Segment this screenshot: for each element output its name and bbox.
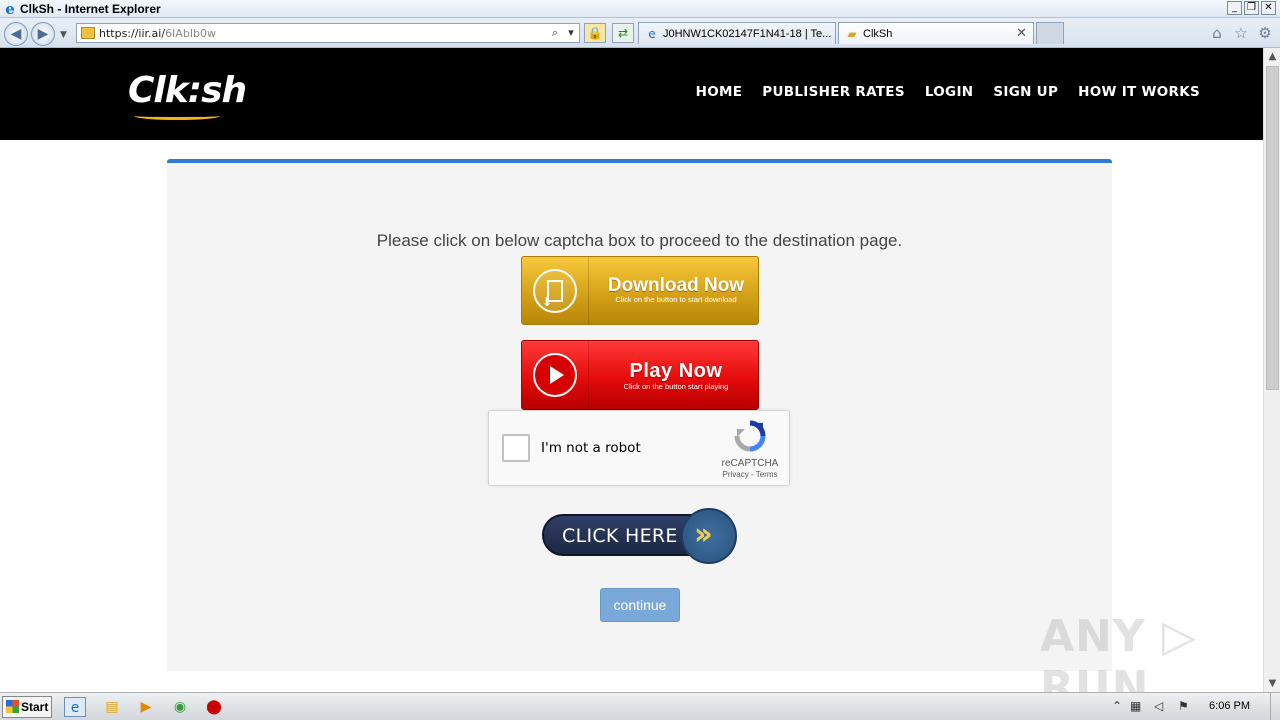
- address-url[interactable]: https://iir.ai/6IAbIb0w: [99, 27, 547, 40]
- minimize-button[interactable]: _: [1227, 1, 1242, 15]
- refresh-icon[interactable]: ⇄: [612, 23, 634, 43]
- recaptcha-links[interactable]: Privacy - Terms: [715, 470, 785, 479]
- search-icon[interactable]: ⌕: [547, 24, 563, 42]
- nav-home[interactable]: HOME: [696, 84, 743, 100]
- download-title: Download Now: [607, 275, 745, 296]
- play-icon: [533, 353, 577, 397]
- play-subtitle: Click on the button start playing: [623, 382, 729, 391]
- download-icon: ⬇: [533, 269, 577, 313]
- browser-toolbar: ◀ ▶ ▼ https://iir.ai/6IAbIb0w ⌕ ▾ 🔒 ⇄ e …: [0, 18, 1280, 48]
- continue-button[interactable]: continue: [600, 588, 680, 622]
- instruction-text: Please click on below captcha box to pro…: [376, 231, 903, 250]
- scroll-thumb[interactable]: [1266, 66, 1279, 390]
- system-tray: ⌃ ▦ ◁ ⚑ 6:06 PM: [1104, 693, 1280, 720]
- opera-icon[interactable]: ⬤: [203, 697, 225, 717]
- chevron-glyph: ››: [694, 517, 713, 552]
- page-viewport: Clk:sh HOME PUBLISHER RATES LOGIN SIGN U…: [0, 48, 1263, 692]
- start-button[interactable]: Start: [2, 696, 52, 718]
- tab-label: ClkSh: [863, 27, 893, 40]
- logo-text: Clk:sh: [128, 70, 247, 111]
- tab-johnwick[interactable]: e J0HNW1CK02147F1N41-18 | Te...: [638, 22, 836, 44]
- home-icon[interactable]: ⌂: [1208, 24, 1226, 42]
- chrome-icon[interactable]: ◉: [169, 697, 191, 717]
- window-controls: _ ❐ ✕: [1227, 1, 1276, 15]
- lock-icon[interactable]: 🔒: [584, 23, 606, 43]
- ie-logo-icon: e: [5, 0, 15, 18]
- taskbar: Start e ▤ ▶ ◉ ⬤ ⌃ ▦ ◁ ⚑ 6:06 PM: [0, 692, 1280, 720]
- start-label: Start: [21, 700, 49, 714]
- nav-publisher-rates[interactable]: PUBLISHER RATES: [762, 84, 905, 100]
- back-arrow-icon[interactable]: ◀: [4, 22, 28, 46]
- nav-login[interactable]: LOGIN: [925, 84, 974, 100]
- tray-expand-icon[interactable]: ⌃: [1112, 699, 1122, 713]
- url-path: 6IAbIb0w: [165, 26, 217, 40]
- forward-arrow-icon[interactable]: ▶: [31, 22, 55, 46]
- star-icon[interactable]: ☆: [1232, 24, 1250, 42]
- recaptcha-widget: I'm not a robot reCAPTCHA Privacy - Term…: [488, 410, 790, 486]
- content-panel: Please click on below captcha box to pro…: [167, 159, 1112, 671]
- page-favicon-icon: [81, 27, 95, 39]
- recaptcha-brand: reCAPTCHA: [721, 458, 779, 469]
- windows-flag-icon: [6, 700, 19, 713]
- tab-clksh[interactable]: ▰ ClkSh ✕: [838, 22, 1034, 44]
- url-host: https://iir.ai/: [99, 26, 166, 40]
- address-bar[interactable]: https://iir.ai/6IAbIb0w ⌕ ▾: [76, 23, 580, 43]
- gear-icon[interactable]: ⚙: [1256, 24, 1274, 42]
- ie-taskbar-icon[interactable]: e: [64, 697, 86, 717]
- main-nav: HOME PUBLISHER RATES LOGIN SIGN UP HOW I…: [696, 84, 1200, 100]
- captcha-label: I'm not a robot: [541, 440, 641, 456]
- captcha-checkbox[interactable]: [502, 434, 530, 462]
- button-divider: [588, 341, 589, 408]
- anyrun-watermark: ANY ▷ RUN: [1040, 611, 1197, 692]
- click-here-button[interactable]: CLICK HERE ››: [542, 508, 738, 564]
- nav-how-it-works[interactable]: HOW IT WORKS: [1078, 84, 1200, 100]
- close-window-button[interactable]: ✕: [1261, 1, 1276, 15]
- action-center-flag-icon[interactable]: ⚑: [1178, 699, 1189, 713]
- download-now-button[interactable]: ⬇ Download Now Click on the button to st…: [521, 256, 759, 325]
- folder-icon[interactable]: ▤: [101, 697, 123, 717]
- vertical-scrollbar[interactable]: ▲ ▼: [1263, 48, 1280, 692]
- address-dropdown-icon[interactable]: ▾: [563, 24, 579, 42]
- restore-button[interactable]: ❐: [1244, 1, 1259, 15]
- network-icon[interactable]: ▦: [1130, 699, 1141, 713]
- close-tab-icon[interactable]: ✕: [1016, 26, 1027, 41]
- site-header: Clk:sh HOME PUBLISHER RATES LOGIN SIGN U…: [0, 48, 1263, 140]
- site-logo[interactable]: Clk:sh: [128, 70, 247, 120]
- ie-tab-icon: e: [648, 26, 656, 41]
- button-divider: [588, 257, 589, 324]
- show-desktop-button[interactable]: [1270, 693, 1280, 720]
- logo-swoosh-icon: [134, 112, 220, 120]
- double-chevron-icon: ››: [681, 508, 737, 564]
- scroll-up-icon[interactable]: ▲: [1264, 48, 1280, 65]
- clock[interactable]: 6:06 PM: [1209, 700, 1250, 712]
- volume-icon[interactable]: ◁: [1154, 699, 1163, 713]
- page-tab-icon: ▰: [847, 26, 857, 41]
- window-title: ClkSh - Internet Explorer: [20, 1, 161, 16]
- play-now-button[interactable]: Play Now Click on the button start playi…: [521, 340, 759, 410]
- download-subtitle: Click on the button to start download: [615, 295, 737, 304]
- play-triangle-shape: [550, 366, 564, 384]
- tab-label: J0HNW1CK02147F1N41-18 | Te...: [663, 27, 832, 40]
- scroll-down-icon[interactable]: ▼: [1264, 675, 1280, 692]
- history-dropdown-icon[interactable]: ▼: [60, 30, 67, 40]
- down-arrow-shape: ⬇: [542, 295, 553, 309]
- play-title: Play Now: [629, 360, 723, 382]
- ie-command-icons: ⌂ ☆ ⚙: [1208, 24, 1274, 42]
- new-tab-button[interactable]: [1036, 22, 1064, 44]
- window-titlebar: e ClkSh - Internet Explorer _ ❐ ✕: [0, 0, 1280, 18]
- recaptcha-logo-icon: [734, 420, 766, 452]
- media-player-icon[interactable]: ▶: [135, 697, 157, 717]
- nav-sign-up[interactable]: SIGN UP: [993, 84, 1058, 100]
- click-here-label: CLICK HERE: [562, 525, 678, 547]
